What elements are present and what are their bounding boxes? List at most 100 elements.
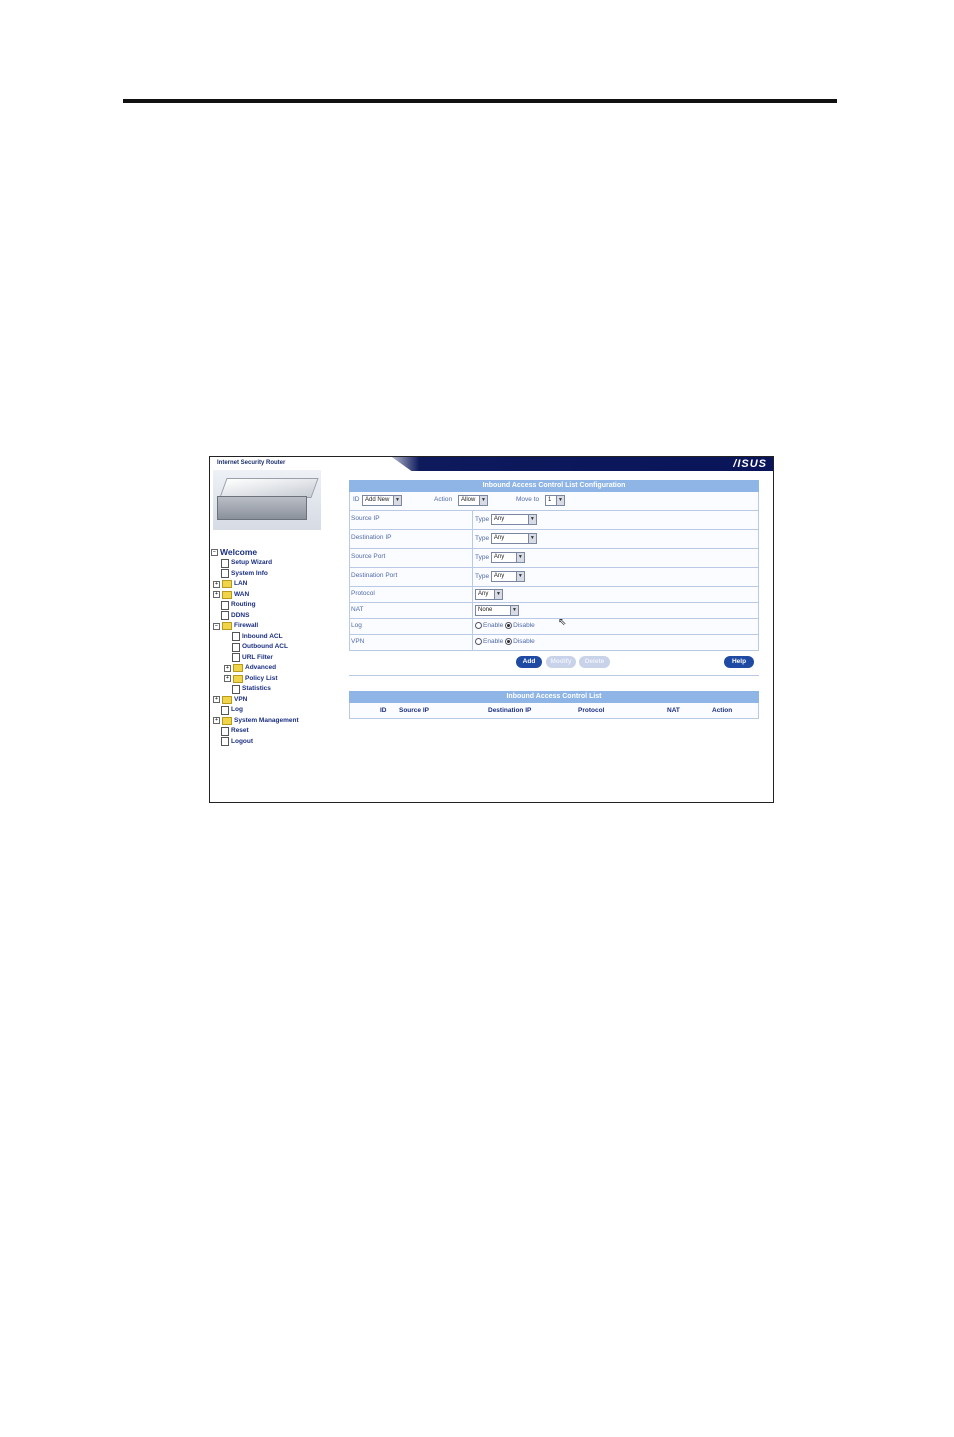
expand-icon[interactable]: + [213,580,220,588]
collapse-icon[interactable]: − [213,622,220,630]
row-source-ip: Source IP Type Any ▼ [349,511,759,530]
tree-item-outbound-acl[interactable]: Outbound ACL [232,642,288,652]
vpn-enable-radio[interactable] [475,638,482,645]
tree-item-wan[interactable]: + WAN [213,590,249,600]
tree-item-advanced[interactable]: + Advanced [224,663,276,673]
protocol-select[interactable]: Any ▼ [475,589,503,600]
tree-item-reset[interactable]: Reset [221,726,249,736]
move-to-select[interactable]: 1 ▼ [545,495,565,506]
row-nat: NAT None ▼ [349,603,759,619]
page-icon [232,653,240,662]
tree-item-ddns[interactable]: DDNS [221,611,249,621]
mouse-cursor-icon: ⇖ [558,617,567,628]
dropdown-arrow-icon: ▼ [556,496,564,505]
tree-item-routing[interactable]: Routing [221,600,256,610]
list-title: Inbound Access Control List [349,691,759,703]
log-enable-radio[interactable] [475,622,482,629]
vpn-disable-radio[interactable] [505,638,513,645]
col-id: ID [380,707,387,714]
page-icon [232,684,240,694]
page-icon [232,632,240,641]
expand-icon[interactable]: + [224,675,231,682]
tree-item-logout[interactable]: Logout [221,737,253,747]
tree-item-inbound-acl[interactable]: Inbound ACL [232,632,283,642]
source-ip-type-select[interactable]: Any ▼ [490,514,537,525]
page-icon [221,737,229,746]
acl-config-panel: Inbound Access Control List Configuratio… [349,480,759,678]
tree-item-url-filter[interactable]: URL Filter [232,653,273,663]
list-header-row: ID Source IP Destination IP Protocol NAT… [349,703,759,719]
row-id-action-move: ID Add New ▼ Action Allow ▼ Move to 1 ▼ [349,492,759,511]
dropdown-arrow-icon: ▼ [479,496,487,505]
tree-item-setup-wizard[interactable]: Setup Wizard [221,558,272,568]
asus-logo: /ISUS [733,458,767,470]
page-icon [221,600,229,610]
expand-icon[interactable]: + [213,696,220,703]
tree-item-welcome[interactable]: − Welcome [211,547,257,557]
row-destination-port: Destination Port Type Any ▼ [349,568,759,587]
row-log: Log Enable Disable [349,619,759,635]
divider [349,675,759,678]
folder-icon [222,580,232,588]
col-action: Action [712,707,733,714]
col-destination-ip: Destination IP [488,707,532,714]
product-title: Internet Security Router [217,460,286,466]
folder-icon [233,664,243,672]
tree-item-statistics[interactable]: Statistics [232,684,271,694]
col-protocol: Protocol [578,707,605,714]
folder-icon [222,622,232,630]
expand-icon[interactable]: + [213,591,220,598]
col-nat: NAT [667,707,680,714]
dropdown-arrow-icon: ▼ [510,606,518,615]
page-icon [221,558,229,568]
action-select[interactable]: Allow ▼ [458,495,488,506]
dropdown-arrow-icon: ▼ [527,534,536,543]
page-icon [221,611,229,620]
tree-item-system-info[interactable]: System Info [221,569,268,579]
row-vpn: VPN Enable Disable [349,635,759,651]
nat-select[interactable]: None ▼ [475,605,519,616]
folder-icon [233,674,243,683]
expand-icon[interactable]: + [224,664,231,672]
dropdown-arrow-icon: ▼ [515,572,524,581]
tree-item-firewall[interactable]: − Firewall [213,621,258,631]
page-icon [221,569,229,578]
tree-item-policy-list[interactable]: + Policy List [224,674,278,684]
header-banner: /ISUS [391,457,773,471]
expand-icon[interactable]: + [213,717,220,724]
help-button[interactable]: Help [724,656,754,668]
folder-icon [222,590,232,599]
row-source-port: Source Port Type Any ▼ [349,549,759,568]
destination-port-type-select[interactable]: Any ▼ [490,571,525,582]
folder-icon [222,695,232,704]
tree-item-log[interactable]: Log [221,705,243,715]
dropdown-arrow-icon: ▼ [494,590,502,599]
router-ui-screenshot: /ISUS Internet Security Router − Welcome … [209,456,774,803]
router-device-image [213,470,321,530]
delete-button[interactable]: Delete [579,656,610,668]
source-port-type-select[interactable]: Any ▼ [490,552,525,563]
button-row: Add Modify Delete Help [349,651,759,673]
folder-icon [222,716,232,725]
page-icon [221,705,229,715]
row-destination-ip: Destination IP Type Any ▼ [349,530,759,549]
id-select[interactable]: Add New ▼ [362,495,402,506]
tree-item-system-management[interactable]: + System Management [213,716,299,726]
page-top-rule [123,99,837,103]
page-icon [232,642,240,652]
acl-list-panel: Inbound Access Control List ID Source IP… [349,691,759,719]
tree-item-lan[interactable]: + LAN [213,579,247,589]
dropdown-arrow-icon: ▼ [393,496,401,505]
config-title: Inbound Access Control List Configuratio… [349,480,759,492]
page-icon [221,726,229,736]
col-source-ip: Source IP [399,707,429,714]
collapse-icon[interactable]: − [211,548,218,556]
dropdown-arrow-icon: ▼ [527,515,536,524]
row-protocol: Protocol Any ▼ [349,587,759,603]
dropdown-arrow-icon: ▼ [515,553,524,562]
tree-item-vpn[interactable]: + VPN [213,695,247,705]
log-disable-radio[interactable] [505,622,513,629]
add-button[interactable]: Add [516,656,542,668]
destination-ip-type-select[interactable]: Any ▼ [490,533,537,544]
modify-button[interactable]: Modify [546,656,576,668]
